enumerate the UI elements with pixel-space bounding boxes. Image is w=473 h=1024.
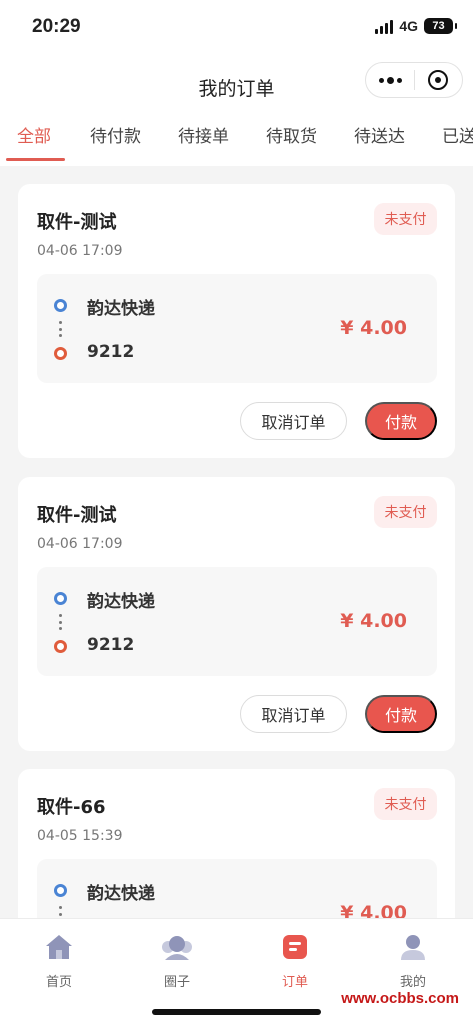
cancel-order-button[interactable]: 取消订单 bbox=[240, 695, 347, 733]
home-icon bbox=[46, 935, 72, 959]
tabbar-circle[interactable]: 圈子 bbox=[118, 933, 236, 990]
tab-pending-pickup[interactable]: 待取货 bbox=[266, 122, 317, 166]
tabbar-profile[interactable]: 我的 bbox=[354, 933, 472, 990]
route-box: 韵达快递 9212 ¥ 4.00 bbox=[37, 274, 437, 383]
active-tab-indicator bbox=[6, 158, 65, 161]
cancel-order-button[interactable]: 取消订单 bbox=[240, 402, 347, 440]
watermark: www.ocbbs.com bbox=[341, 990, 459, 1007]
order-price: ¥ 4.00 bbox=[340, 902, 407, 918]
order-price: ¥ 4.00 bbox=[340, 610, 407, 632]
tabbar-home[interactable]: 首页 bbox=[0, 933, 118, 990]
tabbar-home-label: 首页 bbox=[45, 975, 72, 990]
dropoff-location: 9212 bbox=[87, 342, 135, 362]
dropoff-dot-icon bbox=[54, 347, 67, 360]
tabbar-circle-label: 圈子 bbox=[163, 975, 190, 990]
status-time: 20:29 bbox=[32, 16, 81, 37]
network-label: 4G bbox=[399, 18, 418, 34]
status-bar: 20:29 4G 73 bbox=[0, 0, 473, 56]
pay-button[interactable]: 付款 bbox=[365, 402, 437, 440]
status-badge: 未支付 bbox=[374, 788, 437, 820]
status-indicators: 4G 73 bbox=[375, 18, 457, 34]
route-connector-icon bbox=[59, 614, 62, 630]
order-card[interactable]: 取件-66 未支付 04-05 15:39 韵达快递 ¥ 4.00 bbox=[18, 769, 455, 918]
more-icon[interactable] bbox=[366, 63, 414, 97]
order-card[interactable]: 取件-测试 未支付 04-06 17:09 韵达快递 9212 ¥ 4.00 取… bbox=[18, 184, 455, 458]
pickup-dot-icon bbox=[54, 884, 67, 897]
order-time: 04-06 17:09 bbox=[37, 243, 123, 259]
home-indicator[interactable] bbox=[152, 1009, 321, 1015]
order-icon bbox=[283, 935, 307, 959]
pickup-dot-icon bbox=[54, 592, 67, 605]
profile-icon bbox=[401, 935, 425, 960]
order-card[interactable]: 取件-测试 未支付 04-06 17:09 韵达快递 9212 ¥ 4.00 取… bbox=[18, 477, 455, 751]
tab-pending-accept[interactable]: 待接单 bbox=[178, 122, 229, 166]
dropoff-location: 9212 bbox=[87, 635, 135, 655]
tabbar-profile-label: 我的 bbox=[399, 975, 426, 990]
route-box: 韵达快递 9212 ¥ 4.00 bbox=[37, 567, 437, 676]
pickup-location: 韵达快递 bbox=[87, 884, 155, 904]
order-tabs: 全部 待付款 待接单 待取货 待送达 已送 bbox=[0, 112, 473, 166]
tab-pending-payment[interactable]: 待付款 bbox=[90, 122, 141, 166]
status-badge: 未支付 bbox=[374, 203, 437, 235]
tab-pending-delivery[interactable]: 待送达 bbox=[354, 122, 405, 166]
dropoff-dot-icon bbox=[54, 640, 67, 653]
tabbar-orders[interactable]: 订单 bbox=[236, 933, 354, 990]
close-miniprogram-icon[interactable] bbox=[415, 63, 462, 97]
battery-icon: 73 bbox=[424, 18, 457, 34]
pickup-location: 韵达快递 bbox=[87, 299, 155, 319]
order-list[interactable]: 取件-测试 未支付 04-06 17:09 韵达快递 9212 ¥ 4.00 取… bbox=[0, 166, 473, 918]
order-title: 取件-测试 bbox=[37, 212, 117, 233]
nav-bar: 我的订单 bbox=[0, 56, 473, 112]
signal-icon bbox=[375, 19, 394, 34]
route-connector-icon bbox=[59, 906, 62, 918]
status-badge: 未支付 bbox=[374, 496, 437, 528]
mini-program-capsule bbox=[365, 62, 463, 98]
order-title: 取件-66 bbox=[37, 797, 106, 818]
pickup-dot-icon bbox=[54, 299, 67, 312]
circle-icon bbox=[162, 936, 192, 960]
order-time: 04-06 17:09 bbox=[37, 536, 123, 552]
pay-button[interactable]: 付款 bbox=[365, 695, 437, 733]
route-box: 韵达快递 ¥ 4.00 bbox=[37, 859, 437, 918]
order-price: ¥ 4.00 bbox=[340, 317, 407, 339]
route-connector-icon bbox=[59, 321, 62, 337]
order-title: 取件-测试 bbox=[37, 505, 117, 526]
tabbar-orders-label: 订单 bbox=[281, 975, 308, 990]
order-time: 04-05 15:39 bbox=[37, 828, 123, 844]
tab-delivered[interactable]: 已送 bbox=[442, 122, 473, 166]
pickup-location: 韵达快递 bbox=[87, 592, 155, 612]
